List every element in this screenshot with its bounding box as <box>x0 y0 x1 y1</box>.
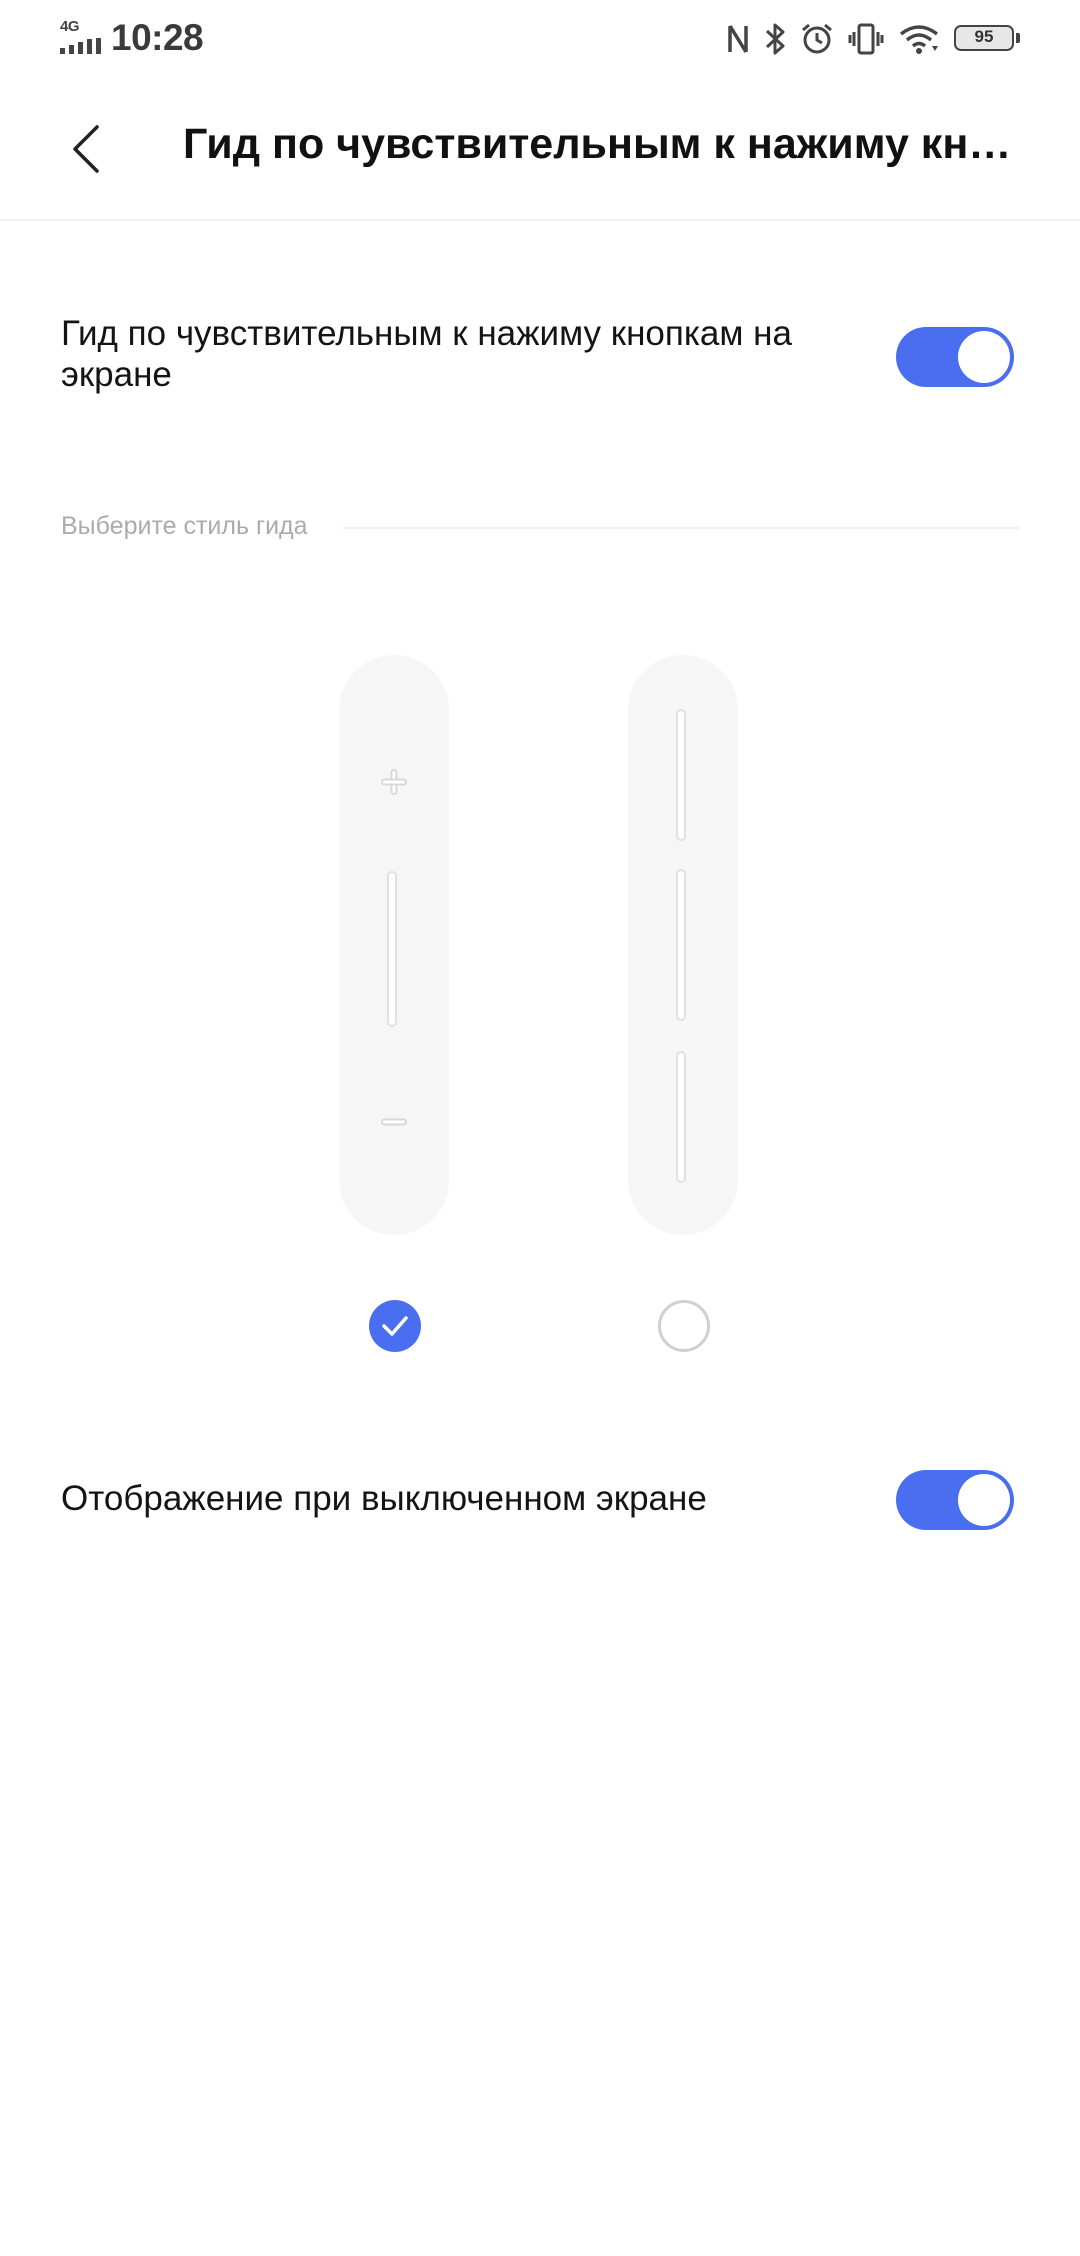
screen-off-toggle-label: Отображение при выключенном экране <box>61 1479 707 1518</box>
style-section-header: Выберите стиль гида <box>61 512 1019 544</box>
clock: 10:28 <box>111 17 204 58</box>
cellular-signal: 4G <box>60 18 104 54</box>
guide-toggle-label: Гид по чувствительным к нажиму кнопкам н… <box>61 314 792 394</box>
segment-bottom <box>676 1051 686 1183</box>
bluetooth-icon <box>765 23 785 55</box>
vibrate-icon <box>848 23 884 55</box>
minus-icon <box>381 1118 407 1126</box>
style-radio-selected[interactable] <box>369 1300 421 1352</box>
checkmark-icon <box>382 1316 408 1336</box>
segment-top <box>676 709 686 841</box>
system-icons: 95 <box>726 18 1020 60</box>
style-option-plus-minus[interactable] <box>339 655 449 1235</box>
section-divider <box>343 527 1019 529</box>
wifi-icon <box>899 25 939 54</box>
battery-icon: 95 <box>954 25 1020 53</box>
battery-level: 95 <box>974 27 994 46</box>
guide-toggle-switch[interactable] <box>896 327 1014 387</box>
alarm-icon <box>802 23 832 54</box>
back-arrow-icon <box>73 125 99 173</box>
switch-knob <box>958 1474 1010 1526</box>
status-bar: 4G 10:28 95 <box>0 0 1080 78</box>
page-title: Гид по чувствительным к нажиму кно… <box>183 120 1013 168</box>
network-type: 4G <box>60 18 80 35</box>
style-option-segments[interactable] <box>628 655 738 1235</box>
app-bar: Гид по чувствительным к нажиму кно… <box>0 78 1080 221</box>
style-radio-unselected[interactable] <box>658 1300 710 1352</box>
segment-middle <box>676 869 686 1021</box>
signal-bars-icon <box>60 38 101 54</box>
plus-icon <box>381 769 407 795</box>
section-label: Выберите стиль гида <box>61 512 308 540</box>
nfc-icon <box>728 25 748 53</box>
slider-track <box>387 871 397 1027</box>
screen-off-toggle-switch[interactable] <box>896 1470 1014 1530</box>
switch-knob <box>958 331 1010 383</box>
back-button[interactable] <box>58 116 114 182</box>
